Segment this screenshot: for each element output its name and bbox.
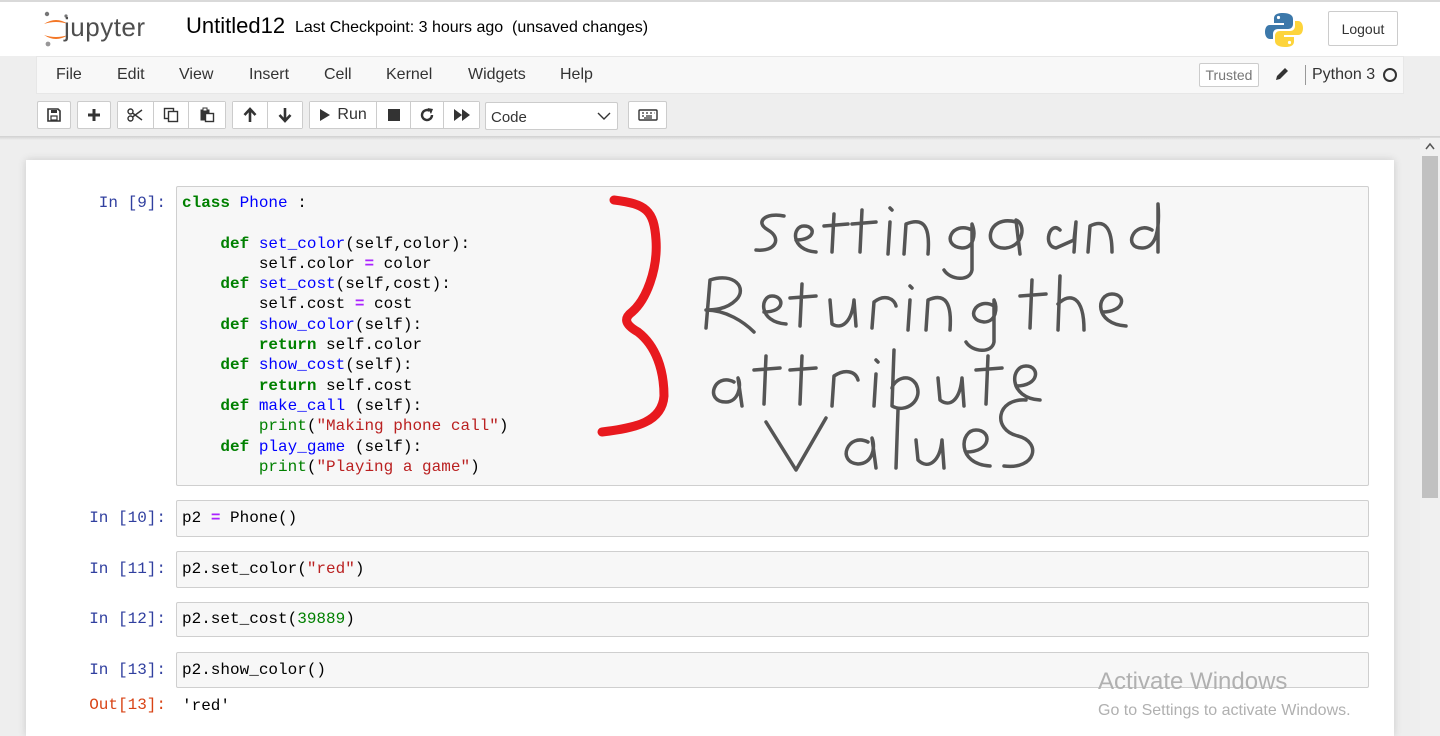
fast-forward-icon xyxy=(453,109,470,121)
cell-prompt: In [11]: xyxy=(89,560,166,578)
code-line: return self.color xyxy=(258,336,423,355)
code-line: def show_color(self): xyxy=(220,315,423,334)
menu-kernel[interactable]: Kernel xyxy=(386,66,432,84)
trusted-badge[interactable]: Trusted xyxy=(1199,63,1259,87)
menu-edit[interactable]: Edit xyxy=(117,66,145,84)
python-logo-icon xyxy=(1265,13,1303,47)
pencil-icon[interactable] xyxy=(1273,65,1291,83)
arrow-down-icon xyxy=(278,108,292,123)
code-line: def set_cost(self,cost): xyxy=(220,275,451,294)
jupyter-logo[interactable]: jupyter xyxy=(40,10,180,48)
cell-output: 'red' xyxy=(182,697,231,715)
scrollbar-thumb[interactable] xyxy=(1422,156,1438,498)
notebook-title[interactable]: Untitled12 xyxy=(186,13,285,39)
vertical-scrollbar[interactable] xyxy=(1420,138,1440,736)
code-line: class Phone : xyxy=(182,194,307,212)
watermark-subtitle: Go to Settings to activate Windows. xyxy=(1098,702,1351,719)
move-group xyxy=(232,101,303,129)
cell-prompt: In [13]: xyxy=(89,661,166,679)
kernel-name[interactable]: Python 3 xyxy=(1312,66,1375,84)
run-group: Run xyxy=(309,101,480,129)
command-palette-button[interactable] xyxy=(628,101,667,129)
menu-widgets[interactable]: Widgets xyxy=(468,66,526,84)
code-line: return self.cost xyxy=(258,376,413,395)
cell-type-value: Code xyxy=(491,109,527,126)
cell-prompt: In [12]: xyxy=(89,610,166,628)
move-up-button[interactable] xyxy=(233,102,268,128)
code-editor[interactable]: p2.set_color("red") xyxy=(177,552,1368,579)
plus-icon xyxy=(88,109,100,121)
stop-icon xyxy=(387,109,400,121)
paste-icon xyxy=(200,107,215,123)
code-line: def set_color(self,color): xyxy=(220,234,471,253)
copy-icon xyxy=(163,107,179,123)
scroll-up-icon[interactable] xyxy=(1425,142,1435,150)
restart-icon xyxy=(420,108,434,122)
code-line: def make_call (self): xyxy=(220,396,423,415)
unsaved-changes-text: (unsaved changes) xyxy=(512,19,649,36)
code-cell-input[interactable]: class Phone : def set_color(self,color):… xyxy=(176,186,1369,486)
watermark-title: Activate Windows xyxy=(1098,668,1288,695)
code-line: self.color = color xyxy=(182,254,432,273)
code-editor[interactable]: p2 = Phone() xyxy=(177,501,1368,528)
output-prompt: Out[13]: xyxy=(89,696,166,714)
logo-text: jupyter xyxy=(64,12,146,42)
menu-cell[interactable]: Cell xyxy=(324,66,352,84)
checkpoint-text: Last Checkpoint: 3 hours ago xyxy=(295,19,504,36)
restart-button[interactable] xyxy=(410,102,445,128)
copy-button[interactable] xyxy=(153,102,190,128)
code-line: def show_cost(self): xyxy=(220,356,413,375)
keyboard-icon xyxy=(637,109,658,121)
run-button[interactable]: Run xyxy=(310,102,378,128)
menu-bar: File Edit View Insert Cell Kernel Widget… xyxy=(36,56,1404,94)
menu-help[interactable]: Help xyxy=(560,66,593,84)
scissors-icon xyxy=(127,108,143,122)
code-line: def play_game (self): xyxy=(220,437,423,456)
notebook-container: In [9]: class Phone : def set_color(self… xyxy=(26,160,1394,736)
run-label: Run xyxy=(337,106,367,123)
menu-file[interactable]: File xyxy=(56,66,82,84)
code-editor[interactable]: class Phone : def set_color(self,color):… xyxy=(177,187,1368,477)
arrow-up-icon xyxy=(243,107,257,122)
code-cell-input[interactable]: p2.set_color("red") xyxy=(176,551,1369,588)
kernel-idle-indicator-icon xyxy=(1383,68,1397,82)
menu-view[interactable]: View xyxy=(179,66,213,84)
activate-windows-watermark: Activate Windows Go to Settings to activ… xyxy=(1098,668,1351,720)
save-icon xyxy=(47,108,61,122)
header-shadow xyxy=(0,136,1440,140)
header-bar: jupyter Untitled12 Last Checkpoint: 3 ho… xyxy=(0,0,1440,56)
code-editor[interactable]: p2.set_cost(39889) xyxy=(177,603,1368,629)
logout-button[interactable]: Logout xyxy=(1328,11,1398,46)
cell-type-select[interactable]: Code xyxy=(485,102,618,130)
cell-prompt: In [9]: xyxy=(98,194,166,212)
chevron-down-icon xyxy=(597,112,611,120)
code-line: self.cost = cost xyxy=(182,295,413,314)
checkpoint-status: Last Checkpoint: 3 hours ago (unsaved ch… xyxy=(295,19,648,37)
save-button[interactable] xyxy=(37,101,71,129)
restart-run-all-button[interactable] xyxy=(444,102,479,128)
cut-button[interactable] xyxy=(118,102,154,128)
move-down-button[interactable] xyxy=(267,102,302,128)
interrupt-button[interactable] xyxy=(377,102,411,128)
code-cell-input[interactable]: p2 = Phone() xyxy=(176,500,1369,537)
menu-insert[interactable]: Insert xyxy=(249,66,289,84)
code-line: print("Making phone call") xyxy=(258,417,509,436)
cell-prompt: In [10]: xyxy=(89,509,166,527)
play-icon xyxy=(320,109,331,121)
insert-cell-button[interactable] xyxy=(77,101,111,129)
code-cell-input[interactable]: p2.set_cost(39889) xyxy=(176,602,1369,637)
clipboard-group xyxy=(117,101,226,129)
paste-button[interactable] xyxy=(189,102,225,128)
kernel-separator xyxy=(1305,65,1306,85)
code-line: print("Playing a game") xyxy=(258,457,480,476)
